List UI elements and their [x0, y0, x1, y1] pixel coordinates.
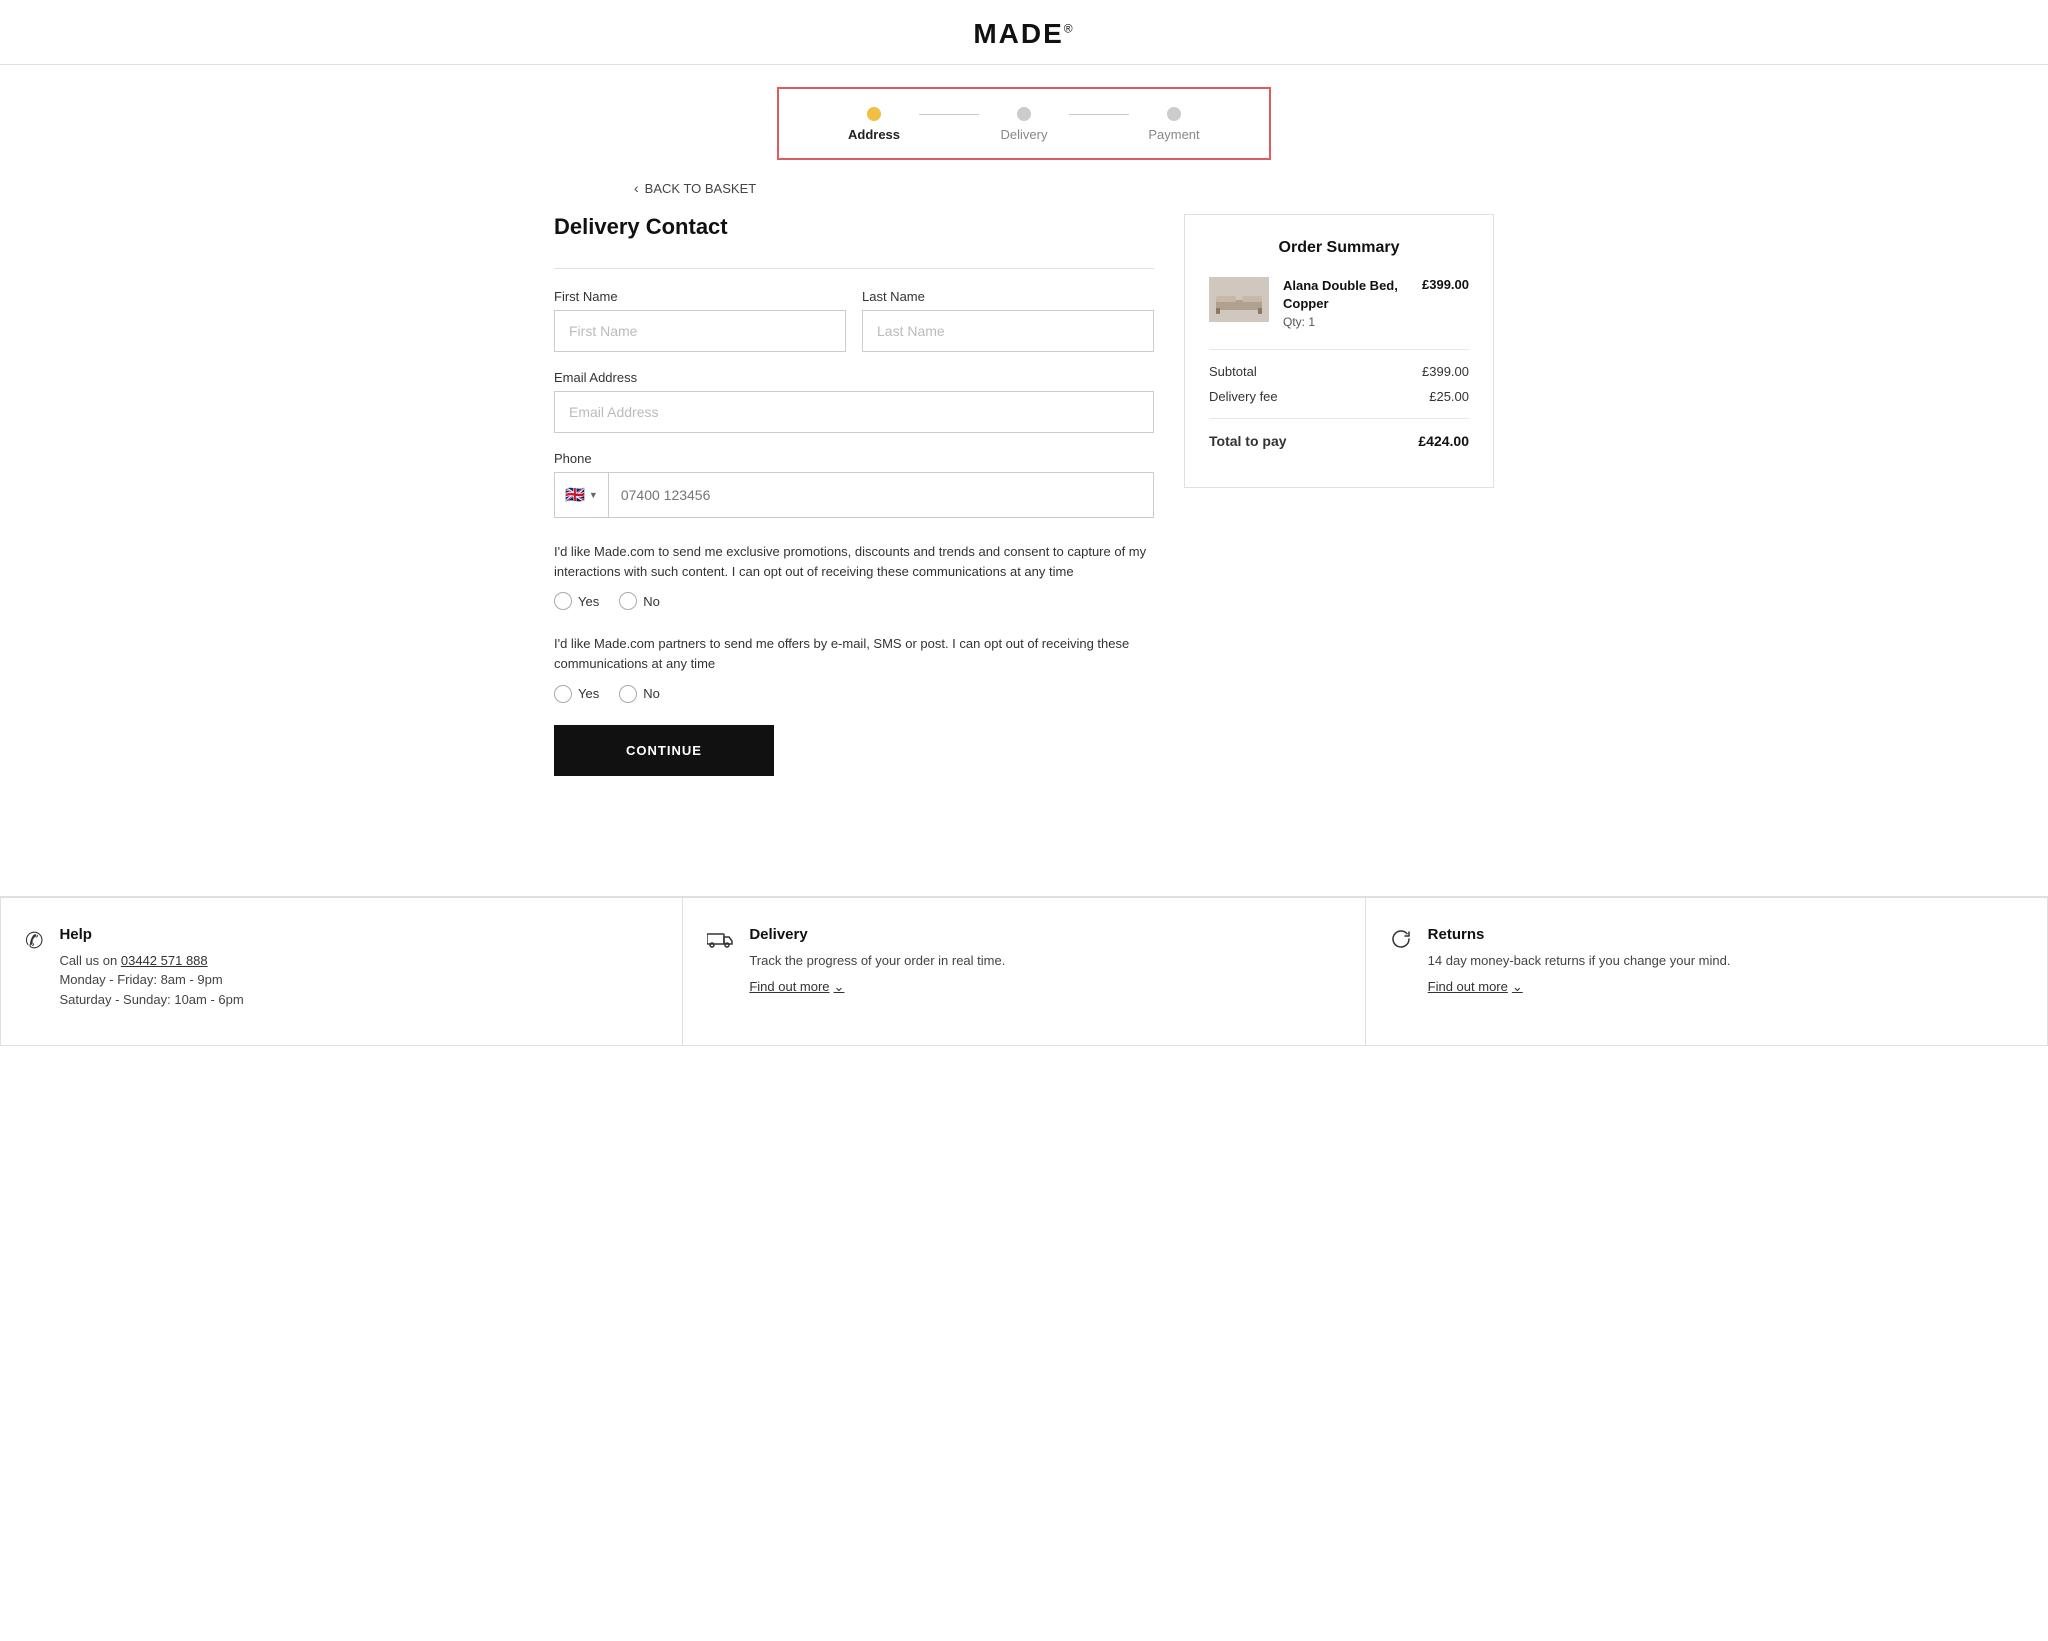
delivery-find-out-more-link[interactable]: Find out more ⌄: [749, 979, 844, 995]
site-header: MADE®: [0, 0, 2048, 65]
product-qty: Qty: 1: [1283, 315, 1408, 329]
chevron-down-icon: ▼: [589, 490, 598, 500]
step-line-2: [1069, 114, 1129, 115]
phone-label: Phone: [554, 451, 1154, 466]
help-card: ✆ Help Call us on 03442 571 888 Monday -…: [0, 897, 683, 1047]
first-name-input[interactable]: [554, 310, 846, 352]
back-arrow-icon: ‹: [634, 180, 639, 196]
step-dot-payment: [1167, 107, 1181, 121]
step-label-payment: Payment: [1148, 127, 1199, 142]
phone-input[interactable]: [609, 475, 1153, 515]
help-title: Help: [59, 926, 243, 943]
consent-2-no-radio[interactable]: [619, 685, 637, 703]
product-price: £399.00: [1422, 277, 1469, 292]
phone-country-selector[interactable]: 🇬🇧 ▼: [555, 473, 609, 517]
footer-cards: ✆ Help Call us on 03442 571 888 Monday -…: [0, 896, 2048, 1047]
returns-title: Returns: [1428, 926, 1731, 943]
phone-icon: ✆: [25, 928, 43, 954]
checkout-progress: Address Delivery Payment: [0, 65, 2048, 170]
phone-wrapper: 🇬🇧 ▼: [554, 472, 1154, 518]
continue-button[interactable]: CONTINUE: [554, 725, 774, 776]
product-image: [1209, 277, 1269, 322]
consent-2-radio-group: Yes No: [554, 685, 1154, 703]
email-group: Email Address: [554, 370, 1154, 433]
step-line-1: [919, 114, 979, 115]
first-name-label: First Name: [554, 289, 846, 304]
step-payment: Payment: [1129, 107, 1219, 142]
consent-block-2: I'd like Made.com partners to send me of…: [554, 634, 1154, 702]
order-summary-card: Order Summary Alana Double Bed, Copper Q…: [1184, 214, 1494, 488]
email-label: Email Address: [554, 370, 1154, 385]
delivery-text: Track the progress of your order in real…: [749, 951, 1005, 971]
last-name-label: Last Name: [862, 289, 1154, 304]
last-name-input[interactable]: [862, 310, 1154, 352]
product-info: Alana Double Bed, Copper Qty: 1: [1283, 277, 1408, 329]
delivery-fee-label: Delivery fee: [1209, 389, 1278, 404]
step-dot-address: [867, 107, 881, 121]
total-value: £424.00: [1418, 433, 1469, 449]
truck-svg: [707, 930, 733, 948]
returns-card: Returns 14 day money-back returns if you…: [1366, 897, 2048, 1047]
first-name-group: First Name: [554, 289, 846, 352]
consent-text-1: I'd like Made.com to send me exclusive p…: [554, 542, 1154, 582]
step-label-delivery: Delivery: [1001, 127, 1048, 142]
product-row: Alana Double Bed, Copper Qty: 1 £399.00: [1209, 277, 1469, 329]
subtotal-value: £399.00: [1422, 364, 1469, 379]
step-label-address: Address: [848, 127, 900, 142]
delivery-card: Delivery Track the progress of your orde…: [683, 897, 1365, 1047]
step-delivery: Delivery: [979, 107, 1069, 142]
subtotal-label: Subtotal: [1209, 364, 1257, 379]
consent-1-radio-group: Yes No: [554, 592, 1154, 610]
order-summary-title: Order Summary: [1209, 239, 1469, 257]
consent-block-1: I'd like Made.com to send me exclusive p…: [554, 542, 1154, 610]
main-layout: Delivery Contact First Name Last Name Em…: [474, 214, 1574, 836]
help-phone[interactable]: 03442 571 888: [121, 953, 208, 968]
delivery-form-section: Delivery Contact First Name Last Name Em…: [554, 214, 1154, 776]
total-label: Total to pay: [1209, 433, 1287, 449]
step-address: Address: [829, 107, 919, 142]
delivery-card-content: Delivery Track the progress of your orde…: [749, 926, 1005, 995]
consent-2-no-option[interactable]: No: [619, 685, 660, 703]
subtotal-row: Subtotal £399.00: [1209, 364, 1469, 379]
product-name: Alana Double Bed, Copper: [1283, 277, 1408, 313]
form-title: Delivery Contact: [554, 214, 1154, 240]
chevron-down-icon: ⌄: [834, 979, 845, 995]
total-row: Total to pay £424.00: [1209, 433, 1469, 449]
consent-1-yes-option[interactable]: Yes: [554, 592, 599, 610]
help-card-content: Help Call us on 03442 571 888 Monday - F…: [59, 926, 243, 1018]
flag-icon: 🇬🇧: [565, 485, 585, 505]
step-dot-delivery: [1017, 107, 1031, 121]
returns-svg: [1390, 928, 1412, 950]
delivery-title: Delivery: [749, 926, 1005, 943]
consent-text-2: I'd like Made.com partners to send me of…: [554, 634, 1154, 674]
last-name-group: Last Name: [862, 289, 1154, 352]
returns-find-out-more-link[interactable]: Find out more ⌄: [1428, 979, 1523, 995]
consent-1-yes-radio[interactable]: [554, 592, 572, 610]
consent-2-yes-option[interactable]: Yes: [554, 685, 599, 703]
consent-1-no-radio[interactable]: [619, 592, 637, 610]
returns-icon: [1390, 928, 1412, 956]
site-logo: MADE®: [973, 18, 1074, 49]
progress-wrapper: Address Delivery Payment: [777, 87, 1271, 160]
bed-icon: [1214, 282, 1264, 317]
chevron-down-icon: ⌄: [1512, 979, 1523, 995]
returns-text: 14 day money-back returns if you change …: [1428, 951, 1731, 971]
consent-1-no-option[interactable]: No: [619, 592, 660, 610]
truck-icon: [707, 928, 733, 954]
email-input[interactable]: [554, 391, 1154, 433]
order-summary-sidebar: Order Summary Alana Double Bed, Copper Q…: [1184, 214, 1494, 776]
returns-card-content: Returns 14 day money-back returns if you…: [1428, 926, 1731, 995]
delivery-fee-value: £25.00: [1429, 389, 1469, 404]
phone-group: Phone 🇬🇧 ▼: [554, 451, 1154, 518]
name-row: First Name Last Name: [554, 289, 1154, 352]
delivery-fee-row: Delivery fee £25.00: [1209, 389, 1469, 404]
back-to-basket-link[interactable]: ‹ BACK TO BASKET: [634, 180, 1494, 196]
help-text: Call us on 03442 571 888 Monday - Friday…: [59, 951, 243, 1010]
consent-2-yes-radio[interactable]: [554, 685, 572, 703]
